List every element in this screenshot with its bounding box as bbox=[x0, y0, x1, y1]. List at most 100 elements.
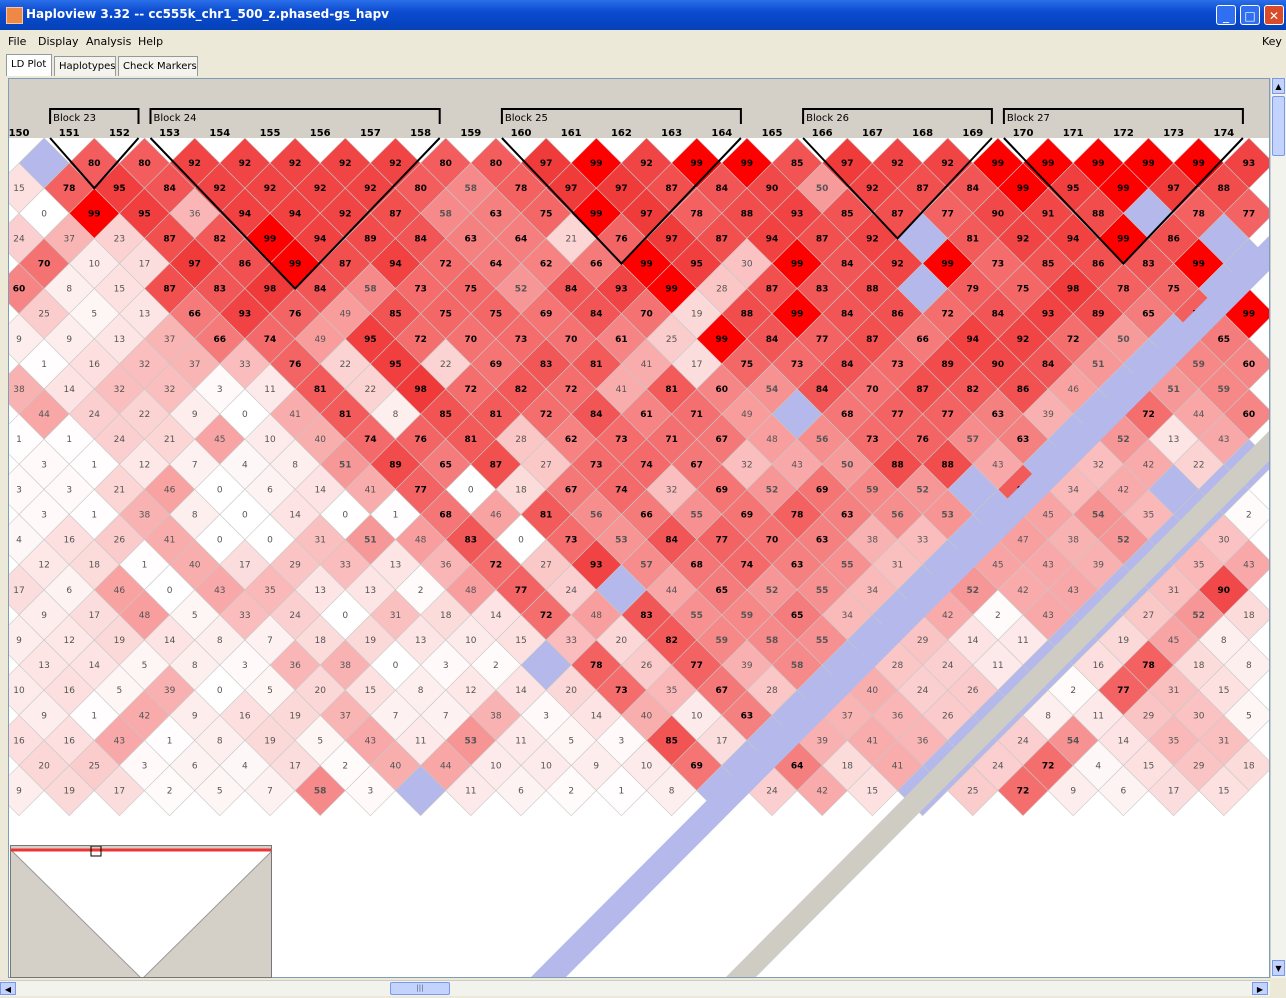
ld-cell-value: 14 bbox=[89, 661, 101, 671]
ld-cell-value: 55 bbox=[816, 586, 829, 596]
scroll-down-icon[interactable]: ▼ bbox=[1272, 960, 1285, 976]
tab-check-markers[interactable]: Check Markers bbox=[118, 56, 198, 76]
ld-cell-value: 99 bbox=[289, 260, 302, 270]
ld-cell-value: 24 bbox=[917, 686, 929, 696]
maximize-icon[interactable]: □ bbox=[1240, 5, 1260, 25]
ld-cell-value: 12 bbox=[465, 686, 476, 696]
horizontal-scroll-thumb[interactable]: ||| bbox=[390, 982, 450, 995]
ld-cell-value: 6 bbox=[66, 586, 72, 596]
ld-cell-value: 24 bbox=[114, 435, 126, 445]
ld-cell-value: 6 bbox=[267, 485, 273, 495]
ld-cell-value: 79 bbox=[967, 285, 980, 295]
ld-cell-value: 99 bbox=[791, 260, 804, 270]
ld-cell-value: 82 bbox=[214, 234, 227, 244]
ld-cell-value: 13 bbox=[314, 586, 325, 596]
ld-cell-value: 65 bbox=[439, 460, 452, 470]
ld-cell-value: 45 bbox=[992, 561, 1003, 571]
ld-cell-value: 99 bbox=[1042, 159, 1055, 169]
ld-cell-value: 45 bbox=[1168, 636, 1179, 646]
ld-cell-value: 32 bbox=[114, 385, 125, 395]
ld-cell-value: 92 bbox=[188, 159, 201, 169]
ld-cell-value: 43 bbox=[791, 460, 802, 470]
ld-cell-value: 18 bbox=[1243, 611, 1255, 621]
scroll-up-icon[interactable]: ▲ bbox=[1272, 78, 1285, 94]
marker-label: 152 bbox=[109, 128, 130, 139]
ld-cell-value: 94 bbox=[314, 234, 327, 244]
ld-cell-value: 55 bbox=[841, 561, 854, 571]
ld-cell-value: 38 bbox=[867, 536, 879, 546]
ld-cell-value: 24 bbox=[289, 611, 301, 621]
ld-cell-value: 8 bbox=[1045, 711, 1051, 721]
ld-cell-value: 41 bbox=[616, 385, 627, 395]
ld-cell-value: 2 bbox=[418, 586, 424, 596]
ld-cell-value: 22 bbox=[1193, 460, 1204, 470]
ld-cell-value: 27 bbox=[1143, 611, 1154, 621]
ld-cell-value: 23 bbox=[114, 234, 125, 244]
ld-cell-value: 97 bbox=[565, 184, 578, 194]
ld-cell-value: 13 bbox=[38, 661, 49, 671]
scroll-right-icon[interactable]: ▶ bbox=[1252, 982, 1268, 995]
menu-bar: File Display Analysis Help Key bbox=[0, 30, 1286, 52]
ld-cell-value: 58 bbox=[791, 661, 804, 671]
vertical-scroll-thumb[interactable] bbox=[1272, 96, 1285, 156]
key-label[interactable]: Key bbox=[1262, 35, 1282, 48]
ld-cell-value: 77 bbox=[1243, 209, 1256, 219]
ld-cell-value: 29 bbox=[289, 561, 301, 571]
ld-cells: 80 80 92 92 92 92 92 80 80 97 99 92 99 99 85 97 92 92 99 99… bbox=[9, 137, 1269, 817]
minimize-icon[interactable]: _ bbox=[1216, 5, 1236, 25]
horizontal-scrollbar[interactable]: ◀ ||| ▶ bbox=[0, 980, 1270, 996]
ld-cell-value: 66 bbox=[188, 310, 201, 320]
ld-cell-value: 78 bbox=[690, 209, 703, 219]
close-icon[interactable]: ✕ bbox=[1264, 5, 1284, 25]
ld-cell-value: 60 bbox=[716, 385, 729, 395]
ld-cell-value: 80 bbox=[88, 159, 101, 169]
tab-ld-plot[interactable]: LD Plot bbox=[6, 54, 52, 76]
ld-cell-value: 99 bbox=[1117, 234, 1130, 244]
ld-cell-value: 13 bbox=[139, 310, 150, 320]
ld-cell-value: 5 bbox=[568, 736, 574, 746]
ld-cell-value: 83 bbox=[1142, 260, 1155, 270]
ld-cell-value: 25 bbox=[666, 335, 677, 345]
ld-cell-value: 39 bbox=[1093, 561, 1105, 571]
ld-cell-value: 50 bbox=[816, 184, 829, 194]
ld-cell-value: 14 bbox=[289, 511, 301, 521]
menu-file[interactable]: File bbox=[8, 35, 26, 48]
ld-cell-value: 24 bbox=[1017, 736, 1029, 746]
marker-label: 161 bbox=[561, 128, 582, 139]
ld-cell-value: 7 bbox=[192, 460, 198, 470]
ld-cell-value: 1 bbox=[142, 561, 148, 571]
ld-cell-value: 36 bbox=[440, 561, 452, 571]
ld-cell-value: 29 bbox=[1193, 762, 1205, 772]
ld-cell-value: 11 bbox=[264, 385, 275, 395]
ld-cell-value: 5 bbox=[217, 787, 223, 797]
ld-cell-value: 83 bbox=[540, 360, 553, 370]
vertical-scrollbar[interactable]: ▲ ▼ bbox=[1270, 78, 1286, 978]
ld-cell-value: 39 bbox=[816, 736, 828, 746]
ld-cell-value: 14 bbox=[1118, 736, 1130, 746]
ld-cell-value: 9 bbox=[66, 335, 72, 345]
ld-plot[interactable]: 80 80 92 92 92 92 92 80 80 97 99 92 99 99 85 97 92 92 99 99… bbox=[9, 79, 1270, 978]
ld-cell-value: 58 bbox=[364, 285, 377, 295]
ld-cell-value: 61 bbox=[615, 335, 628, 345]
ld-cell-value: 9 bbox=[16, 636, 22, 646]
ld-cell-value: 52 bbox=[916, 485, 929, 495]
ld-cell-value: 19 bbox=[691, 310, 703, 320]
ld-cell-value: 46 bbox=[164, 485, 176, 495]
tab-haplotypes[interactable]: Haplotypes bbox=[54, 56, 116, 76]
scroll-left-icon[interactable]: ◀ bbox=[0, 982, 16, 995]
ld-cell-value: 87 bbox=[163, 285, 176, 295]
ld-cell-value: 52 bbox=[1192, 611, 1205, 621]
overview-panel[interactable] bbox=[10, 845, 272, 978]
ld-cell-value: 26 bbox=[942, 711, 954, 721]
menu-help[interactable]: Help bbox=[138, 35, 163, 48]
menu-analysis[interactable]: Analysis bbox=[86, 35, 131, 48]
ld-plot-panel[interactable]: 80 80 92 92 92 92 92 80 80 97 99 92 99 99 85 97 92 92 99 99… bbox=[8, 78, 1270, 978]
menu-display[interactable]: Display bbox=[38, 35, 79, 48]
ld-cell-value: 89 bbox=[941, 360, 954, 370]
ld-cell-value: 84 bbox=[414, 234, 427, 244]
ld-cell-value: 95 bbox=[113, 184, 126, 194]
ld-cell-value: 92 bbox=[364, 184, 377, 194]
ld-cell-value: 95 bbox=[1067, 184, 1080, 194]
marker-label: 163 bbox=[661, 128, 682, 139]
ld-cell-value: 92 bbox=[1017, 234, 1030, 244]
